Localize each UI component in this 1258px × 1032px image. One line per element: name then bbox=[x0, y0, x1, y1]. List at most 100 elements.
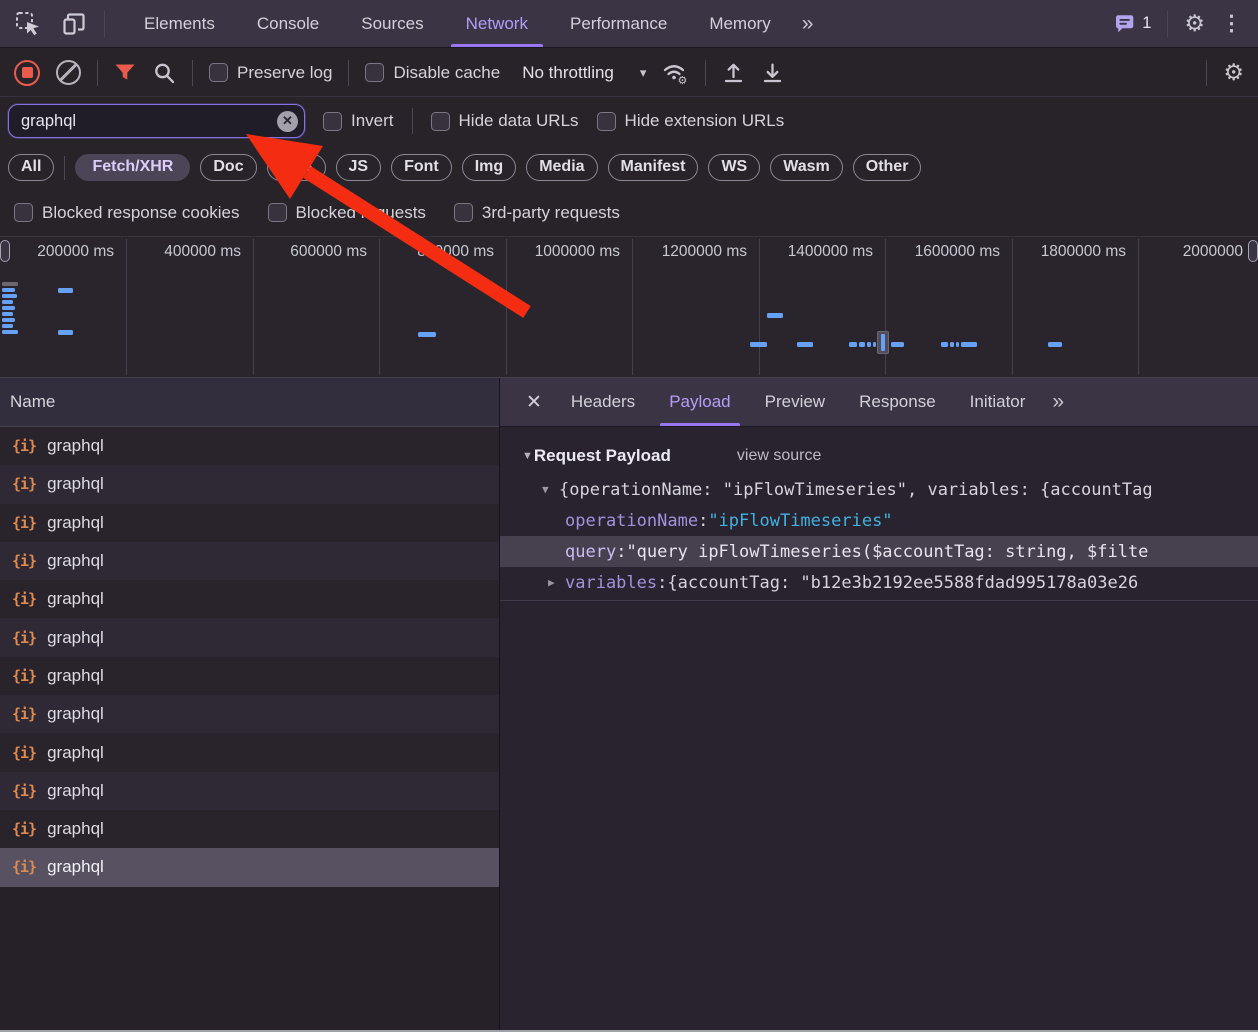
timeline-left-grip[interactable] bbox=[0, 240, 10, 262]
filter-chip-css[interactable]: CSS bbox=[267, 154, 326, 181]
settings-gear-icon[interactable]: ⚙ bbox=[1184, 12, 1205, 35]
timeline-gridline bbox=[253, 239, 254, 375]
request-row[interactable]: {i}graphql bbox=[0, 657, 499, 695]
disable-cache-checkbox[interactable]: Disable cache bbox=[365, 63, 500, 83]
request-row[interactable]: {i}graphql bbox=[0, 504, 499, 542]
json-request-icon: {i} bbox=[12, 820, 36, 838]
resource-type-filters: All Fetch/XHR Doc CSS JS Font Img Media Manifest… bbox=[0, 145, 1258, 190]
filter-input[interactable]: graphql ✕ bbox=[8, 104, 305, 138]
blocked-response-cookies-checkbox[interactable]: Blocked response cookies bbox=[14, 203, 240, 223]
tab-console[interactable]: Console bbox=[236, 0, 340, 47]
close-details-icon[interactable]: ✕ bbox=[514, 378, 554, 426]
request-row[interactable]: {i}graphql bbox=[0, 810, 499, 848]
details-tab-response[interactable]: Response bbox=[842, 378, 953, 426]
preserve-log-checkbox[interactable]: Preserve log bbox=[209, 63, 332, 83]
3rd-party-requests-checkbox[interactable]: 3rd-party requests bbox=[454, 203, 620, 223]
tab-sources[interactable]: Sources bbox=[340, 0, 444, 47]
request-payload-section-title[interactable]: ▼ Request Payload bbox=[522, 446, 671, 466]
import-har-icon[interactable] bbox=[722, 61, 745, 84]
request-row[interactable]: {i}graphql bbox=[0, 695, 499, 733]
filter-chip-other[interactable]: Other bbox=[853, 154, 922, 181]
filter-chip-fetch-xhr[interactable]: Fetch/XHR bbox=[75, 154, 190, 181]
payload-tree: ▼{operationName: "ipFlowTimeseries", var… bbox=[500, 474, 1258, 598]
details-tab-preview[interactable]: Preview bbox=[748, 378, 842, 426]
triangle-down-icon: ▼ bbox=[522, 450, 533, 462]
details-tab-headers[interactable]: Headers bbox=[554, 378, 652, 426]
search-icon[interactable] bbox=[152, 61, 176, 85]
tab-network[interactable]: Network bbox=[445, 0, 549, 47]
timeline-request-bar bbox=[941, 342, 948, 347]
payload-tree-row[interactable]: query: "query ipFlowTimeseries($accountT… bbox=[500, 536, 1258, 567]
blocked-requests-checkbox[interactable]: Blocked requests bbox=[268, 203, 426, 223]
request-row[interactable]: {i}graphql bbox=[0, 465, 499, 503]
timeline-gridline bbox=[759, 239, 760, 375]
inspect-element-icon[interactable] bbox=[12, 8, 44, 40]
customize-menu-icon[interactable]: ⋮ bbox=[1221, 11, 1242, 36]
timeline-right-grip[interactable] bbox=[1248, 240, 1258, 262]
issues-indicator[interactable]: 1 bbox=[1114, 14, 1151, 34]
invert-checkbox[interactable]: Invert bbox=[323, 111, 394, 131]
request-details-panel: ✕ HeadersPayloadPreviewResponseInitiator… bbox=[500, 378, 1258, 1032]
more-panels-icon[interactable]: » bbox=[792, 0, 822, 47]
hide-extension-urls-checkbox[interactable]: Hide extension URLs bbox=[597, 111, 785, 131]
tab-elements[interactable]: Elements bbox=[123, 0, 236, 47]
checkbox-box bbox=[597, 112, 616, 131]
request-row[interactable]: {i}graphql bbox=[0, 580, 499, 618]
throttling-value: No throttling bbox=[522, 63, 614, 83]
payload-tree-row[interactable]: operationName: "ipFlowTimeseries" bbox=[500, 505, 1258, 536]
hide-data-urls-checkbox[interactable]: Hide data URLs bbox=[431, 111, 579, 131]
timeline-request-bar bbox=[767, 313, 783, 318]
network-conditions-icon[interactable]: ⚙ bbox=[662, 61, 689, 85]
filter-chip-ws[interactable]: WS bbox=[708, 154, 760, 181]
triangle-down-icon[interactable]: ▼ bbox=[542, 483, 549, 496]
filter-chip-all[interactable]: All bbox=[8, 154, 54, 181]
payload-tree-row[interactable]: ▶variables: {accountTag: "b12e3b2192ee55… bbox=[500, 567, 1258, 598]
details-tab-payload[interactable]: Payload bbox=[652, 378, 747, 426]
triangle-right-icon[interactable]: ▶ bbox=[548, 576, 555, 589]
json-request-icon: {i} bbox=[12, 744, 36, 762]
network-overview-timeline[interactable]: 200000 ms400000 ms600000 ms800000 ms1000… bbox=[0, 236, 1258, 378]
network-settings-gear-icon[interactable]: ⚙ bbox=[1223, 61, 1244, 84]
checkbox-label: Blocked response cookies bbox=[42, 203, 240, 223]
request-name: graphql bbox=[47, 474, 104, 494]
checkbox-box bbox=[454, 203, 473, 222]
timeline-request-bar bbox=[2, 330, 18, 334]
name-column-header[interactable]: Name bbox=[0, 378, 499, 427]
clear-network-log-button[interactable] bbox=[56, 60, 81, 85]
invert-label: Invert bbox=[351, 111, 394, 131]
filter-chip-manifest[interactable]: Manifest bbox=[608, 154, 699, 181]
more-details-tabs-icon[interactable]: » bbox=[1042, 378, 1072, 426]
filter-chip-wasm[interactable]: Wasm bbox=[770, 154, 843, 181]
payload-text-segment: "query ipFlowTimeseries($accountTag: str… bbox=[626, 542, 1148, 562]
timeline-request-bar bbox=[2, 318, 15, 322]
tab-memory[interactable]: Memory bbox=[688, 0, 791, 47]
view-source-link[interactable]: view source bbox=[737, 447, 821, 465]
request-row[interactable]: {i}graphql bbox=[0, 427, 499, 465]
request-row[interactable]: {i}graphql bbox=[0, 542, 499, 580]
timeline-request-bar bbox=[797, 342, 813, 347]
chevron-down-icon: ▾ bbox=[640, 65, 647, 81]
tab-performance[interactable]: Performance bbox=[549, 0, 688, 47]
device-toolbar-icon[interactable] bbox=[58, 8, 90, 40]
filter-toggle-icon[interactable] bbox=[114, 63, 136, 83]
filter-chip-font[interactable]: Font bbox=[391, 154, 452, 181]
checkbox-label: Blocked requests bbox=[296, 203, 426, 223]
clear-filter-icon[interactable]: ✕ bbox=[277, 111, 298, 132]
request-row[interactable]: {i}graphql bbox=[0, 733, 499, 771]
json-request-icon: {i} bbox=[12, 437, 36, 455]
timeline-request-bar bbox=[2, 306, 15, 310]
details-tab-initiator[interactable]: Initiator bbox=[953, 378, 1043, 426]
filter-chip-doc[interactable]: Doc bbox=[200, 154, 256, 181]
payload-tree-row[interactable]: ▼{operationName: "ipFlowTimeseries", var… bbox=[500, 474, 1258, 505]
payload-text-segment: {accountTag: "b12e3b2192ee5588fdad995178… bbox=[667, 573, 1138, 593]
export-har-icon[interactable] bbox=[761, 61, 784, 84]
request-row[interactable]: {i}graphql bbox=[0, 772, 499, 810]
request-row[interactable]: {i}graphql bbox=[0, 848, 499, 886]
filter-chip-media[interactable]: Media bbox=[526, 154, 597, 181]
timeline-request-bar bbox=[867, 342, 871, 347]
filter-chip-js[interactable]: JS bbox=[336, 154, 382, 181]
request-row[interactable]: {i}graphql bbox=[0, 618, 499, 656]
record-network-log-button[interactable] bbox=[14, 60, 40, 86]
throttling-select[interactable]: No throttling ▾ bbox=[522, 63, 646, 83]
filter-chip-img[interactable]: Img bbox=[462, 154, 516, 181]
